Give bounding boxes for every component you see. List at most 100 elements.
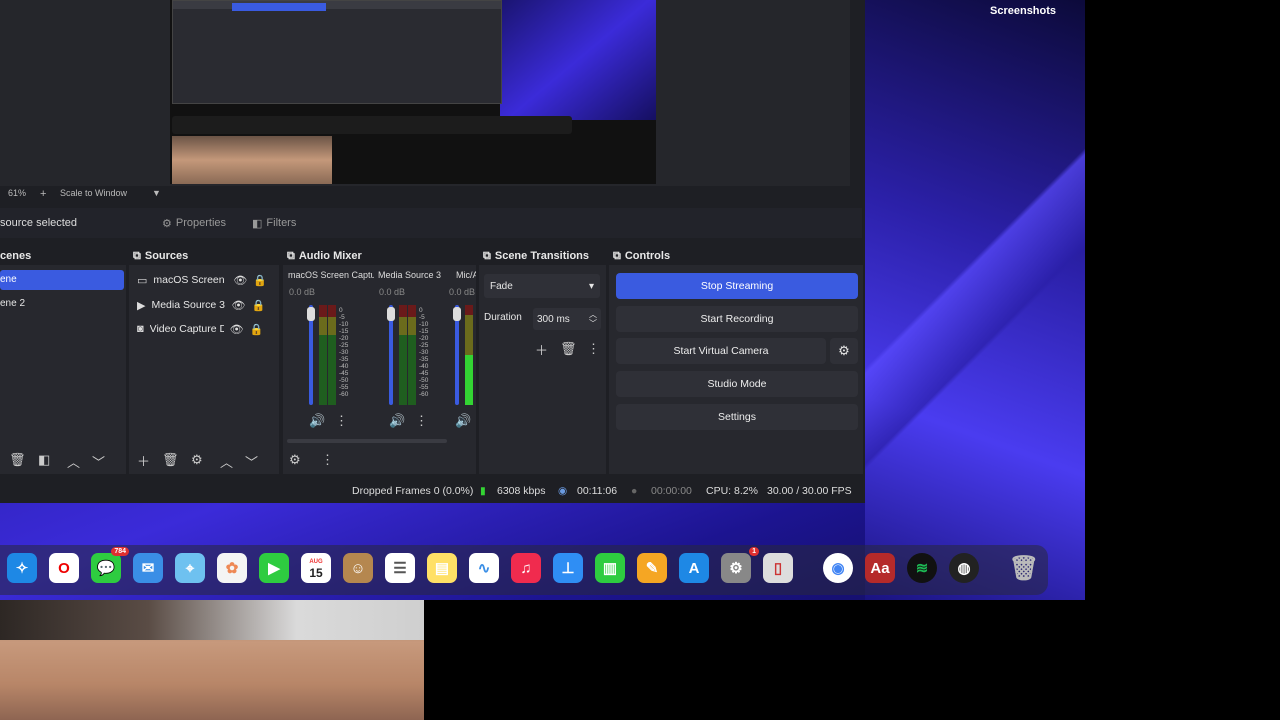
trash-icon[interactable]: 🗑 <box>9 452 26 468</box>
desktop-black-edge <box>1085 0 1280 600</box>
speaker-icon[interactable]: 🔊 <box>309 413 325 429</box>
scene-item-2[interactable]: ene 2 <box>0 294 124 314</box>
messages-icon[interactable]: 💬 784 <box>91 547 129 583</box>
zoom-in-icon[interactable]: + <box>40 188 46 200</box>
eye-icon[interactable]: 👁 <box>233 274 247 287</box>
preview-nested-highlight <box>232 3 326 11</box>
record-time: 00:00:00 <box>651 485 692 497</box>
system-settings-icon[interactable]: ⚙ 1 <box>721 547 759 583</box>
chevron-up-icon[interactable]: ︿ <box>67 452 80 471</box>
desktop-folder-label[interactable]: Screenshots <box>990 5 1056 17</box>
add-icon[interactable]: ＋ <box>137 451 150 470</box>
scale-mode[interactable]: Scale to Window <box>60 188 127 198</box>
maps-icon[interactable]: ⌖ <box>175 553 205 583</box>
camera-icon: ◙ <box>137 323 144 335</box>
lock-icon[interactable]: 🔒 <box>253 274 267 287</box>
studio-mode-button[interactable]: Studio Mode <box>616 371 858 397</box>
keynote-icon[interactable]: ⊥ <box>553 553 583 583</box>
start-virtual-camera-button[interactable]: Start Virtual Camera <box>616 338 826 364</box>
sources-dock: ⧉ Sources ▭ macOS Screen C 👁 🔒 ▶ Media Sourc… <box>129 247 279 474</box>
chrome-icon[interactable]: ◉ <box>823 553 853 583</box>
stop-streaming-button[interactable]: Stop Streaming <box>616 273 858 299</box>
notes-icon[interactable]: ▤ <box>427 553 457 583</box>
source-item[interactable]: ◙ Video Capture D 👁 🔒 <box>137 318 273 340</box>
fps: 30.00 / 30.00 FPS <box>767 485 852 497</box>
photos-icon[interactable]: ✿ <box>217 553 247 583</box>
facetime-icon[interactable]: ▶ <box>259 553 289 583</box>
chevron-down-icon[interactable]: ﹀ <box>245 452 258 471</box>
sources-title: ⧉ Sources <box>129 247 279 265</box>
gear-icon[interactable]: ⚙ <box>191 452 203 468</box>
more-icon[interactable]: ⋮ <box>321 452 334 468</box>
chevron-up-icon[interactable]: ︿ <box>220 452 233 471</box>
obs-icon[interactable]: ◍ <box>949 553 979 583</box>
audio-mixer-title-label: Audio Mixer <box>298 250 362 262</box>
numbers-icon[interactable]: ▥ <box>595 553 625 583</box>
lock-icon[interactable]: 🔒 <box>250 323 264 336</box>
channel-name: macOS Screen Captur <box>288 270 374 280</box>
chevron-down-icon[interactable]: ﹀ <box>92 452 105 471</box>
more-icon[interactable]: ⋮ <box>335 413 348 429</box>
channel-db: 0.0 dB <box>289 287 316 297</box>
speaker-icon[interactable]: 🔊 <box>389 413 405 429</box>
more-icon[interactable]: ⋮ <box>587 341 600 357</box>
mixer-scrollbar[interactable] <box>287 439 447 443</box>
calendar-icon[interactable]: AUG 15 <box>301 553 331 583</box>
eye-icon[interactable]: 👁 <box>231 299 245 312</box>
fader-knob[interactable] <box>387 307 395 321</box>
virtual-camera-settings-button[interactable]: ⚙ <box>830 338 858 364</box>
contacts-icon[interactable]: ☺ <box>343 553 373 583</box>
app-store-icon[interactable]: A <box>679 553 709 583</box>
gear-icon[interactable]: ⚙ <box>289 452 301 468</box>
source-toolbar <box>0 208 862 238</box>
safari-icon[interactable]: ✧ <box>7 553 37 583</box>
iphone-mirroring-icon[interactable]: ▯ <box>763 553 793 583</box>
duration-input[interactable]: 300 ms ︿ ﹀ <box>533 308 601 330</box>
add-icon[interactable]: ＋ <box>535 340 548 359</box>
more-icon[interactable]: ⋮ <box>415 413 428 429</box>
lock-icon[interactable]: 🔒 <box>251 299 265 312</box>
trash-icon[interactable]: 🗑 <box>162 452 179 468</box>
eye-icon[interactable]: 👁 <box>230 323 244 336</box>
stepper-icon[interactable]: ︿ ﹀ <box>589 310 597 328</box>
scenes-title: cenes <box>0 247 126 265</box>
channel-db: 0.0 dB <box>449 287 476 297</box>
preview-nested-dock <box>172 116 572 134</box>
transition-selected: Fade <box>490 280 513 292</box>
speaker-icon[interactable]: 🔊 <box>455 413 471 429</box>
source-name: macOS Screen C <box>153 274 228 286</box>
properties-button[interactable]: ⚙ Properties <box>162 213 226 233</box>
trash-icon[interactable]: 🗑 <box>560 341 577 357</box>
transition-select[interactable]: Fade ▾ <box>484 274 600 298</box>
db-scale: 0 -5 -10 -15 -20 -25 -30 -35 -40 -45 -50 -55 -60 <box>419 307 429 398</box>
mail-icon[interactable]: ✉ <box>133 553 163 583</box>
fader-knob[interactable] <box>453 307 461 321</box>
level-meter <box>465 305 473 405</box>
source-item[interactable]: ▭ macOS Screen C 👁 🔒 <box>137 269 273 291</box>
chevron-down-icon[interactable]: ▼ <box>152 188 161 198</box>
source-item[interactable]: ▶ Media Source 3 👁 🔒 <box>137 294 273 316</box>
opera-icon[interactable]: O <box>49 553 79 583</box>
audio-mixer-dock: ⧉ Audio Mixer macOS Screen Captur Media S… <box>283 247 476 474</box>
bitrate: 6308 kbps <box>497 485 546 497</box>
settings-button[interactable]: Settings <box>616 404 858 430</box>
scene-transitions-title: ⧉ Scene Transitions <box>479 247 606 265</box>
spotify-icon[interactable]: ≋ <box>907 553 937 583</box>
music-icon[interactable]: ♫ <box>511 553 541 583</box>
zoom-level[interactable]: 61% <box>8 188 26 198</box>
filters-button[interactable]: ◧ Filters <box>252 213 296 233</box>
stream-time: 00:11:06 <box>577 485 618 497</box>
pages-icon[interactable]: ✎ <box>637 553 667 583</box>
start-recording-button[interactable]: Start Recording <box>616 306 858 332</box>
fader-knob[interactable] <box>307 307 315 321</box>
gear-icon: ⚙ <box>838 343 850 358</box>
dock-icon: ⧉ <box>613 249 621 262</box>
trash-icon[interactable]: 🗑 <box>1009 553 1039 583</box>
dictionary-icon[interactable]: Aa <box>865 553 895 583</box>
scene-item-1[interactable]: ene <box>0 270 124 290</box>
signal-icon: ▮ <box>480 485 486 497</box>
freeform-icon[interactable]: ∿ <box>469 553 499 583</box>
reminders-icon[interactable]: ☰ <box>385 553 415 583</box>
filter-icon[interactable]: ◧ <box>38 452 50 468</box>
play-icon: ▶ <box>137 299 146 312</box>
